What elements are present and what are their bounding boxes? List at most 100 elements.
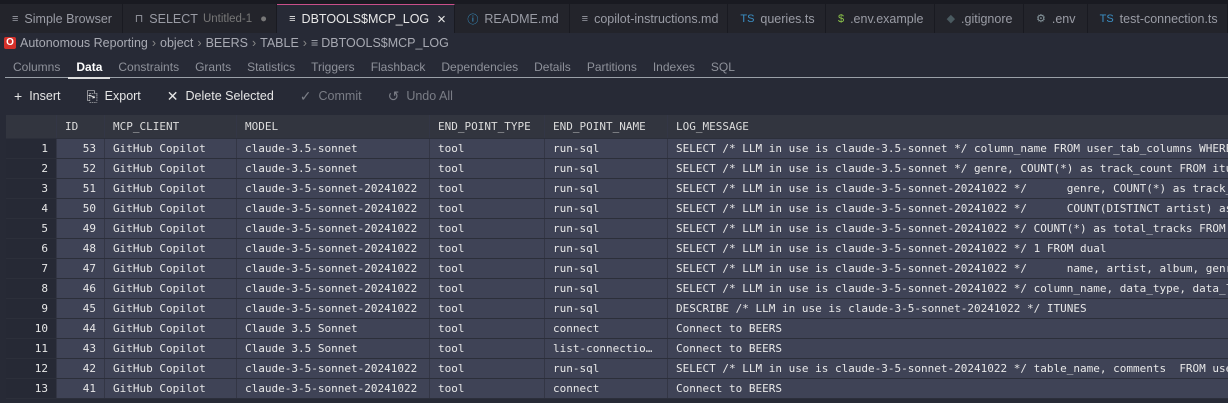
row-number[interactable]: 4: [6, 199, 57, 218]
cell-id[interactable]: 53: [57, 139, 105, 158]
tab--env[interactable]: ⚙ .env: [1023, 4, 1088, 33]
table-row[interactable]: 7 47 GitHub Copilot claude-3-5-sonnet-20241…: [6, 259, 1228, 279]
export-button[interactable]: ⎘ Export: [86, 88, 140, 105]
cell-mcp-client[interactable]: GitHub Copilot: [105, 359, 237, 378]
column-header-mcp-client[interactable]: MCP_CLIENT: [105, 115, 237, 138]
cell-id[interactable]: 48: [57, 239, 105, 258]
cell-mcp-client[interactable]: GitHub Copilot: [105, 199, 237, 218]
subtab-details[interactable]: Details: [526, 58, 579, 77]
cell-mcp-client[interactable]: GitHub Copilot: [105, 299, 237, 318]
table-row[interactable]: 3 51 GitHub Copilot claude-3-5-sonnet-20241…: [6, 179, 1228, 199]
commit-button[interactable]: ✓ Commit: [300, 88, 362, 105]
close-tab-icon[interactable]: ×: [437, 11, 446, 28]
cell-end-point-type[interactable]: tool: [430, 159, 545, 178]
cell-end-point-type[interactable]: tool: [430, 259, 545, 278]
cell-end-point-name[interactable]: run-sql: [545, 179, 668, 198]
row-number[interactable]: 2: [6, 159, 57, 178]
row-number[interactable]: 8: [6, 279, 57, 298]
breadcrumb-item[interactable]: DBTOOLS$MCP_LOG: [321, 36, 449, 50]
cell-id[interactable]: 50: [57, 199, 105, 218]
tab-queries-ts[interactable]: TS queries.ts: [728, 4, 826, 33]
tab-readme-md[interactable]: ⓘ README.md: [455, 4, 570, 33]
cell-id[interactable]: 43: [57, 339, 105, 358]
column-header-end-point-name[interactable]: END_POINT_NAME: [545, 115, 668, 138]
table-row[interactable]: 1 53 GitHub Copilot claude-3.5-sonnet tool ru…: [6, 139, 1228, 159]
tab-copilot-instructions-md[interactable]: ≡ copilot-instructions.md: [569, 4, 729, 33]
cell-mcp-client[interactable]: GitHub Copilot: [105, 319, 237, 338]
subtab-triggers[interactable]: Triggers: [303, 58, 363, 77]
cell-end-point-type[interactable]: tool: [430, 279, 545, 298]
breadcrumb-item[interactable]: object: [160, 36, 193, 50]
row-number[interactable]: 9: [6, 299, 57, 318]
cell-mcp-client[interactable]: GitHub Copilot: [105, 259, 237, 278]
cell-id[interactable]: 49: [57, 219, 105, 238]
breadcrumb-item[interactable]: BEERS: [206, 36, 248, 50]
cell-end-point-type[interactable]: tool: [430, 299, 545, 318]
cell-log-message[interactable]: SELECT /* LLM in use is claude-3-5-sonne…: [668, 279, 1228, 298]
row-number[interactable]: 10: [6, 319, 57, 338]
cell-log-message[interactable]: SELECT /* LLM in use is claude-3-5-sonne…: [668, 359, 1228, 378]
column-header-rownum[interactable]: [6, 115, 57, 138]
cell-mcp-client[interactable]: GitHub Copilot: [105, 279, 237, 298]
tab--gitignore[interactable]: ◆ .gitignore: [934, 4, 1024, 33]
breadcrumb-item[interactable]: TABLE: [260, 36, 299, 50]
column-header-id[interactable]: ID: [57, 115, 105, 138]
cell-model[interactable]: claude-3-5-sonnet-20241022: [237, 199, 430, 218]
cell-end-point-type[interactable]: tool: [430, 179, 545, 198]
row-number[interactable]: 3: [6, 179, 57, 198]
column-header-model[interactable]: MODEL: [237, 115, 430, 138]
cell-model[interactable]: claude-3-5-sonnet-20241022: [237, 179, 430, 198]
cell-model[interactable]: claude-3-5-sonnet-20241022: [237, 259, 430, 278]
table-row[interactable]: 5 49 GitHub Copilot claude-3-5-sonnet-20241…: [6, 219, 1228, 239]
cell-mcp-client[interactable]: GitHub Copilot: [105, 159, 237, 178]
cell-id[interactable]: 47: [57, 259, 105, 278]
table-row[interactable]: 10 44 GitHub Copilot Claude 3.5 Sonnet tool c…: [6, 319, 1228, 339]
subtab-flashback[interactable]: Flashback: [363, 58, 434, 77]
row-number[interactable]: 1: [6, 139, 57, 158]
cell-end-point-name[interactable]: connect: [545, 379, 668, 398]
row-number[interactable]: 13: [6, 379, 57, 398]
cell-log-message[interactable]: DESCRIBE /* LLM in use is claude-3-5-son…: [668, 299, 1228, 318]
row-number[interactable]: 11: [6, 339, 57, 358]
cell-end-point-name[interactable]: run-sql: [545, 219, 668, 238]
subtab-statistics[interactable]: Statistics: [239, 58, 303, 77]
cell-end-point-type[interactable]: tool: [430, 139, 545, 158]
cell-model[interactable]: Claude 3.5 Sonnet: [237, 339, 430, 358]
cell-end-point-type[interactable]: tool: [430, 359, 545, 378]
cell-log-message[interactable]: SELECT /* LLM in use is claude-3-5-sonne…: [668, 179, 1228, 198]
row-number[interactable]: 5: [6, 219, 57, 238]
subtab-data[interactable]: Data: [68, 58, 111, 79]
column-header-log-message[interactable]: LOG_MESSAGE: [668, 115, 1228, 138]
tab-dbtools-mcp-log[interactable]: ≡ DBTOOLS$MCP_LOG ×: [277, 4, 456, 33]
cell-log-message[interactable]: SELECT /* LLM in use is claude-3-5-sonne…: [668, 199, 1228, 218]
cell-model[interactable]: claude-3-5-sonnet-20241022: [237, 299, 430, 318]
subtab-columns[interactable]: Columns: [5, 58, 68, 77]
cell-model[interactable]: claude-3.5-sonnet: [237, 139, 430, 158]
table-row[interactable]: 4 50 GitHub Copilot claude-3-5-sonnet-20241…: [6, 199, 1228, 219]
cell-log-message[interactable]: SELECT /* LLM in use is claude-3-5-sonne…: [668, 239, 1228, 258]
cell-end-point-name[interactable]: run-sql: [545, 299, 668, 318]
cell-log-message[interactable]: SELECT /* LLM in use is claude-3.5-sonne…: [668, 159, 1228, 178]
tab-select[interactable]: ⊓ SELECT Untitled-1 ●: [122, 4, 278, 33]
cell-model[interactable]: claude-3.5-sonnet: [237, 159, 430, 178]
cell-model[interactable]: claude-3-5-sonnet-20241022: [237, 219, 430, 238]
cell-mcp-client[interactable]: GitHub Copilot: [105, 179, 237, 198]
insert-button[interactable]: + Insert: [14, 88, 60, 104]
cell-end-point-name[interactable]: run-sql: [545, 359, 668, 378]
delete-selected-button[interactable]: ✕ Delete Selected: [167, 88, 274, 105]
cell-end-point-name[interactable]: run-sql: [545, 279, 668, 298]
cell-mcp-client[interactable]: GitHub Copilot: [105, 379, 237, 398]
tab-simple-browser[interactable]: ≡ Simple Browser: [0, 4, 123, 33]
cell-log-message[interactable]: Connect to BEERS: [668, 339, 1228, 358]
cell-end-point-type[interactable]: tool: [430, 339, 545, 358]
row-number[interactable]: 6: [6, 239, 57, 258]
cell-id[interactable]: 46: [57, 279, 105, 298]
table-row[interactable]: 12 42 GitHub Copilot claude-3-5-sonnet-2024…: [6, 359, 1228, 379]
cell-model[interactable]: claude-3-5-sonnet-20241022: [237, 359, 430, 378]
cell-model[interactable]: claude-3-5-sonnet-20241022: [237, 379, 430, 398]
cell-id[interactable]: 51: [57, 179, 105, 198]
cell-end-point-name[interactable]: list-connectio…: [545, 339, 668, 358]
cell-log-message[interactable]: SELECT /* LLM in use is claude-3-5-sonne…: [668, 219, 1228, 238]
cell-model[interactable]: claude-3-5-sonnet-20241022: [237, 239, 430, 258]
cell-end-point-type[interactable]: tool: [430, 219, 545, 238]
